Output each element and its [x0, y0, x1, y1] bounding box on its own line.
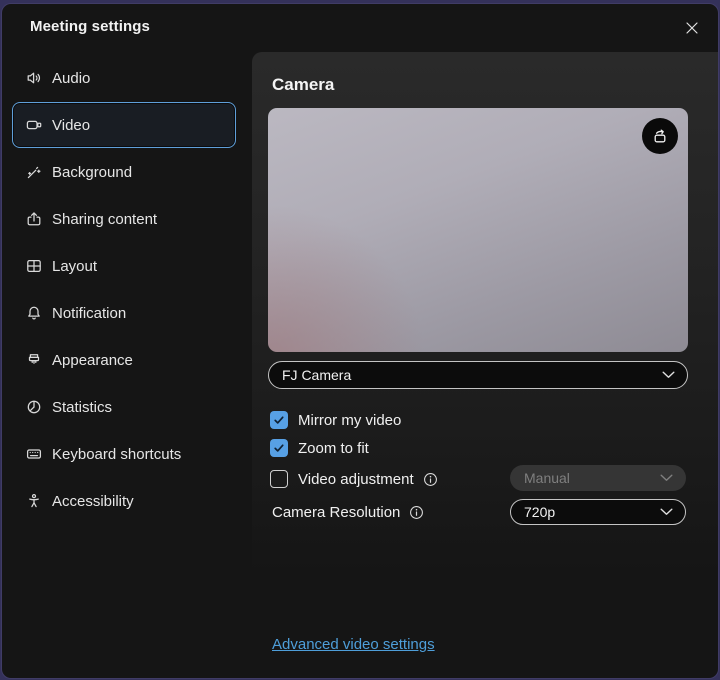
video-settings-panel: Camera FJ Camera Mirror: [252, 52, 718, 573]
zoom-to-fit-label: Zoom to fit: [298, 440, 369, 457]
chevron-down-icon: [660, 474, 673, 482]
camera-resolution-info-icon[interactable]: [409, 505, 424, 520]
sidebar-item-label: Sharing content: [52, 211, 157, 228]
checkmark-icon: [273, 414, 285, 426]
sidebar-item-statistics[interactable]: Statistics: [12, 384, 236, 430]
sidebar-item-notification[interactable]: Notification: [12, 290, 236, 336]
flip-camera-icon: [650, 126, 670, 146]
sidebar-item-label: Appearance: [52, 352, 133, 369]
camera-select-value: FJ Camera: [282, 367, 662, 383]
camera-resolution-label: Camera Resolution: [272, 504, 400, 521]
zoom-to-fit-checkbox[interactable]: [270, 439, 288, 457]
sidebar-item-video[interactable]: Video: [12, 102, 236, 148]
sidebar-item-keyboard-shortcuts[interactable]: Keyboard shortcuts: [12, 431, 236, 477]
speaker-icon: [25, 69, 43, 87]
camera-resolution-select-value: 720p: [524, 504, 660, 520]
flip-camera-button[interactable]: [642, 118, 678, 154]
sidebar-item-appearance[interactable]: Appearance: [12, 337, 236, 383]
bell-icon: [25, 304, 43, 322]
chevron-down-icon: [660, 508, 673, 516]
magic-wand-icon: [25, 163, 43, 181]
mirror-my-video-label: Mirror my video: [298, 412, 401, 429]
keyboard-icon: [25, 445, 43, 463]
sidebar-item-label: Background: [52, 164, 132, 181]
sidebar-item-label: Accessibility: [52, 493, 134, 510]
video-adjustment-checkbox[interactable]: [270, 470, 288, 488]
sidebar-item-label: Video: [52, 117, 90, 134]
advanced-video-settings-link[interactable]: Advanced video settings: [272, 636, 435, 653]
sidebar-item-label: Layout: [52, 258, 97, 275]
share-icon: [25, 210, 43, 228]
sidebar-item-label: Audio: [52, 70, 90, 87]
pie-chart-icon: [25, 398, 43, 416]
video-adjustment-select-value: Manual: [524, 470, 660, 486]
video-adjustment-info-icon[interactable]: [423, 472, 438, 487]
zoom-to-fit-row: Zoom to fit: [270, 438, 369, 458]
video-adjustment-select: Manual: [510, 465, 686, 491]
mirror-my-video-row: Mirror my video: [270, 410, 401, 430]
camera-select[interactable]: FJ Camera: [268, 361, 688, 389]
checkmark-icon: [273, 442, 285, 454]
layout-grid-icon: [25, 257, 43, 275]
video-adjustment-label: Video adjustment: [298, 471, 414, 488]
close-button[interactable]: [678, 14, 706, 42]
accessibility-icon: [25, 492, 43, 510]
meeting-settings-dialog: Meeting settings Audio Video: [1, 3, 719, 679]
sidebar-item-accessibility[interactable]: Accessibility: [12, 478, 236, 524]
camera-resolution-select[interactable]: 720p: [510, 499, 686, 525]
sidebar-item-layout[interactable]: Layout: [12, 243, 236, 289]
video-adjustment-row: Video adjustment: [270, 469, 438, 489]
video-camera-icon: [25, 116, 43, 134]
sidebar-item-background[interactable]: Background: [12, 149, 236, 195]
close-icon: [685, 21, 699, 35]
sidebar: Audio Video Background Sha: [2, 54, 252, 678]
camera-preview: [268, 108, 688, 352]
sidebar-item-label: Keyboard shortcuts: [52, 446, 181, 463]
panel-heading: Camera: [272, 75, 334, 95]
mirror-my-video-checkbox[interactable]: [270, 411, 288, 429]
sidebar-item-label: Statistics: [52, 399, 112, 416]
camera-resolution-row: Camera Resolution: [272, 502, 424, 522]
paintbrush-icon: [25, 351, 43, 369]
titlebar: Meeting settings: [2, 4, 718, 52]
dialog-title: Meeting settings: [30, 18, 150, 35]
sidebar-item-label: Notification: [52, 305, 126, 322]
sidebar-item-audio[interactable]: Audio: [12, 55, 236, 101]
chevron-down-icon: [662, 371, 675, 379]
sidebar-item-sharing-content[interactable]: Sharing content: [12, 196, 236, 242]
